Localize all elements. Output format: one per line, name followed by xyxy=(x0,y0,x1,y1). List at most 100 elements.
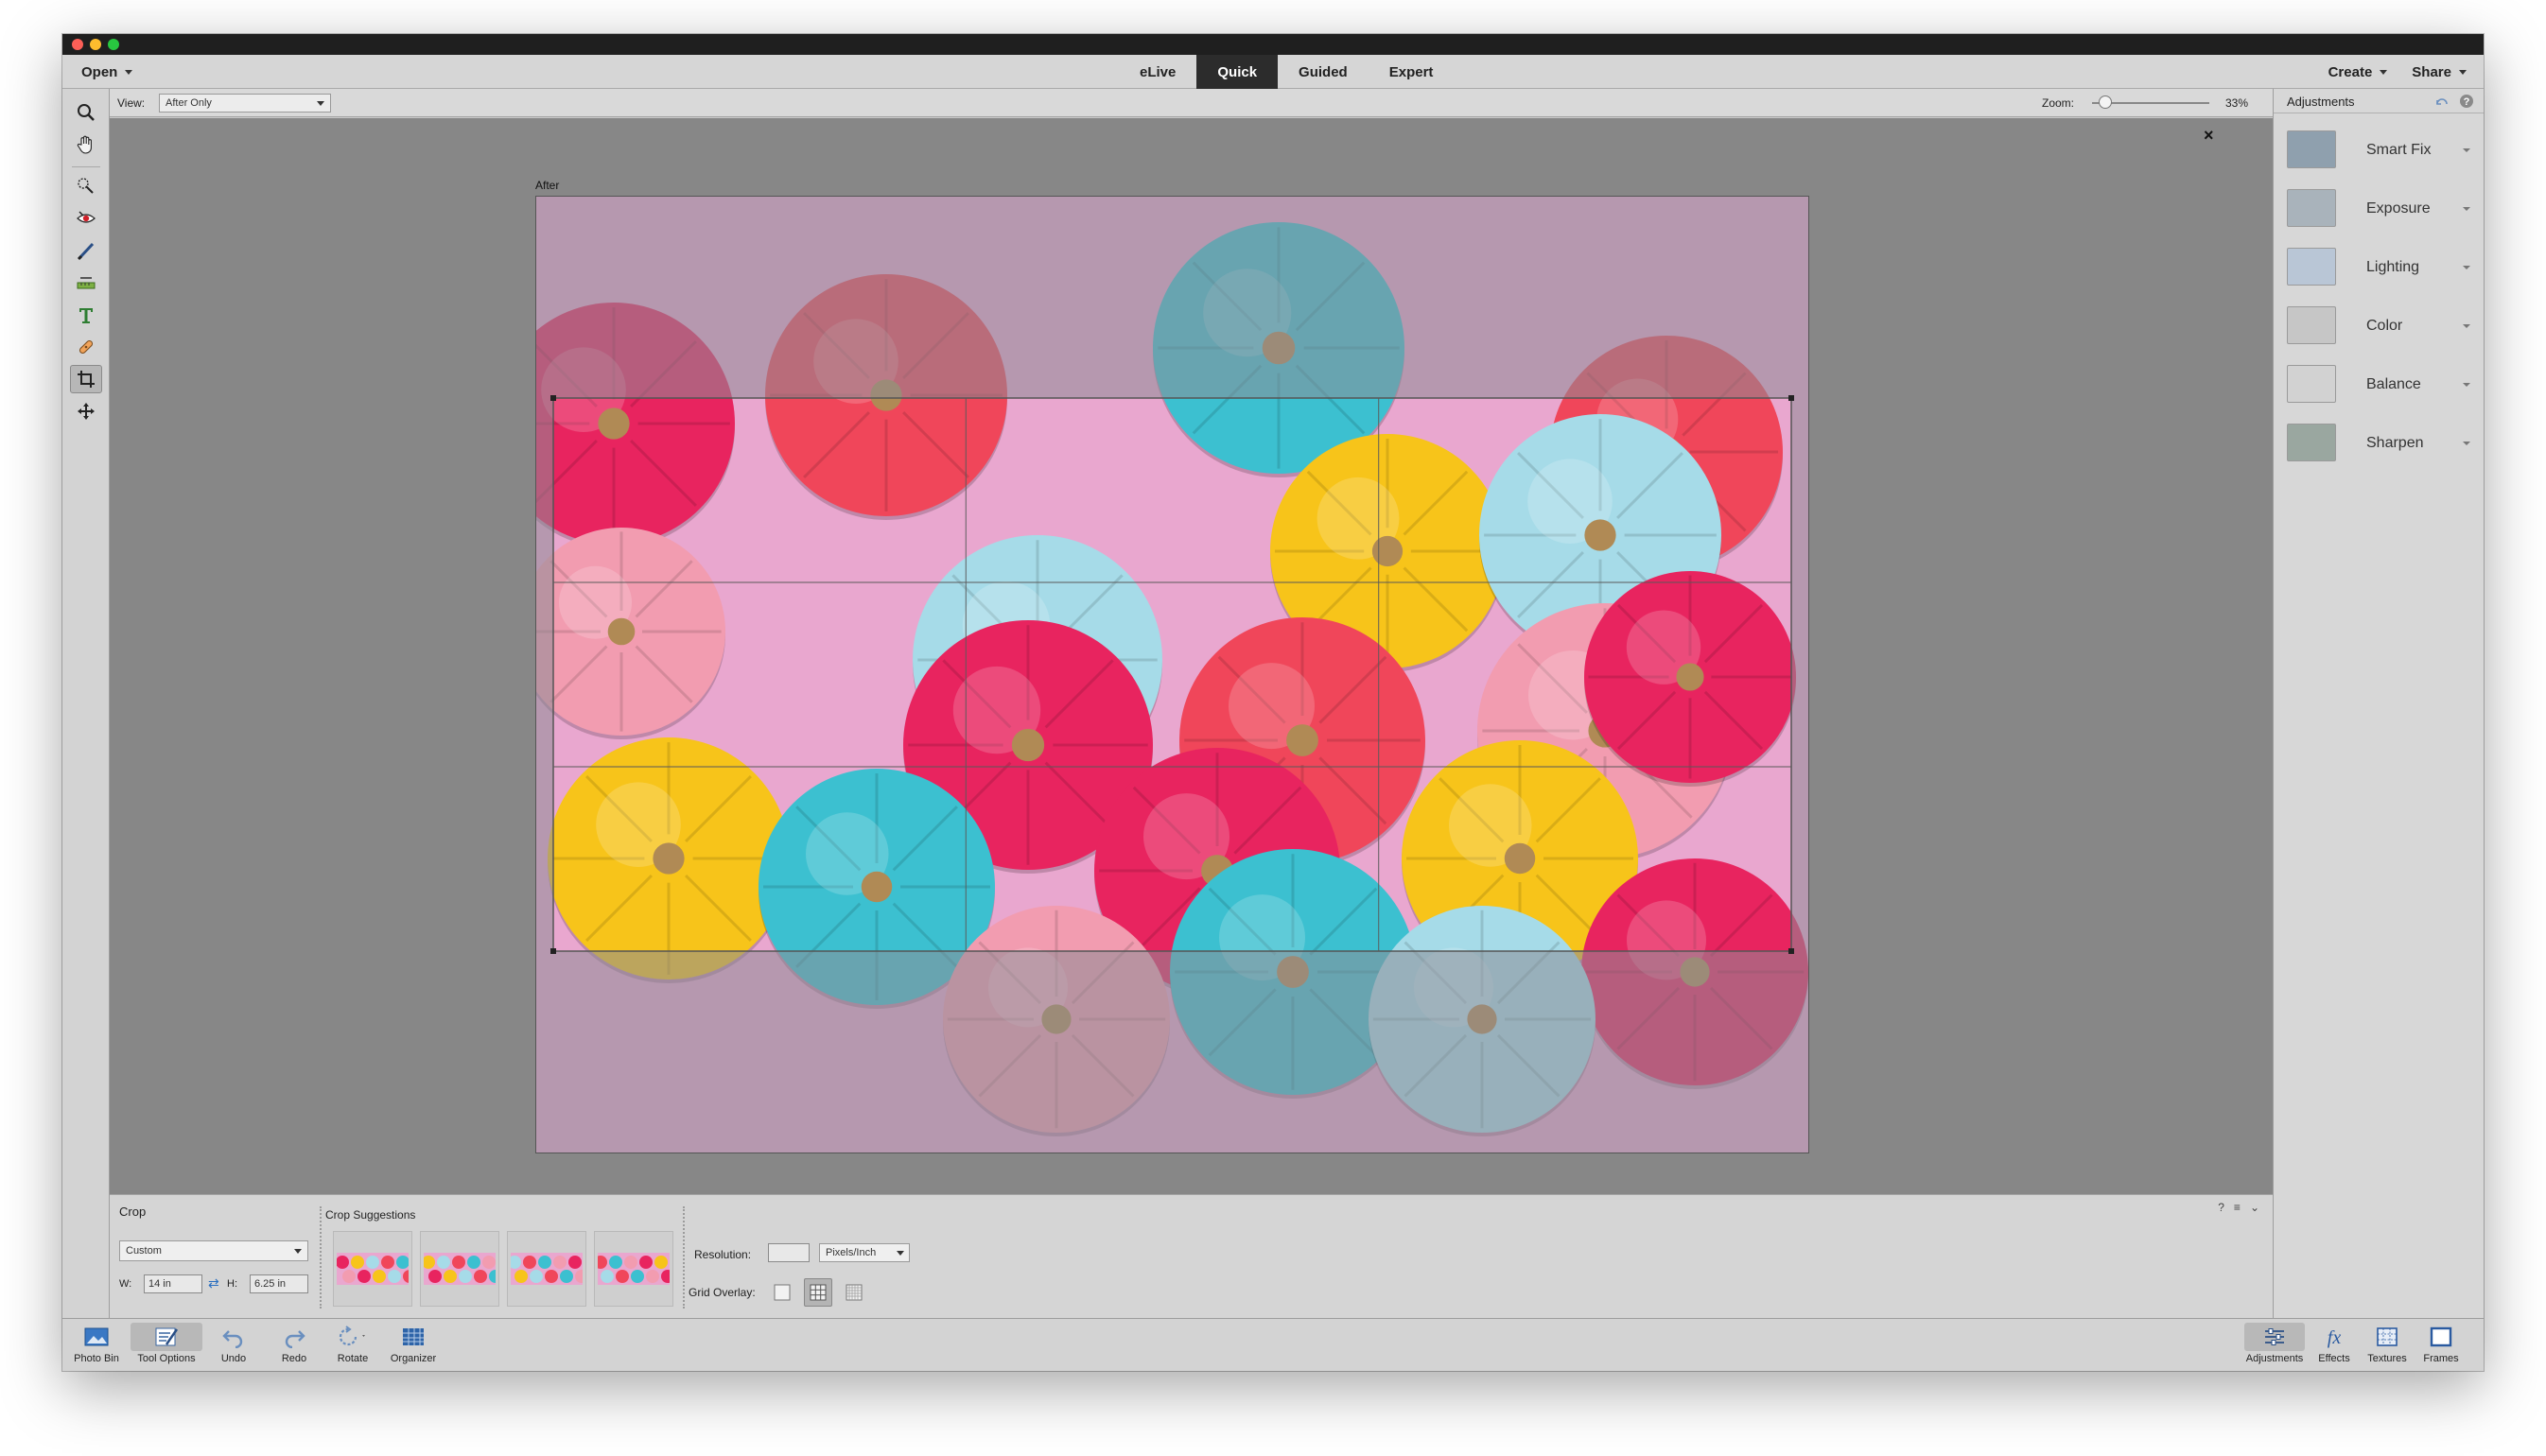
crop-suggestion-2[interactable] xyxy=(420,1231,499,1307)
chevron-down-icon[interactable]: ⌄ xyxy=(2250,1201,2259,1214)
adjustment-label: Color xyxy=(2366,318,2403,334)
textures-button[interactable]: Textures xyxy=(2363,1323,2412,1368)
rotate-label: Rotate xyxy=(337,1353,369,1364)
adjustment-label: Lighting xyxy=(2366,259,2420,275)
undo-button[interactable]: Undo xyxy=(210,1323,257,1368)
view-select[interactable]: After Only xyxy=(159,94,331,113)
crop-handle-bottom-right[interactable] xyxy=(1788,948,1794,954)
share-menu[interactable]: Share xyxy=(2412,64,2467,80)
minimize-window-button[interactable] xyxy=(90,39,101,50)
photo-bin-button[interactable]: Photo Bin xyxy=(68,1323,125,1368)
adjustment-color[interactable]: Color xyxy=(2274,297,2484,355)
tab-expert[interactable]: Expert xyxy=(1369,55,1455,89)
grid-overlay-none-button[interactable] xyxy=(768,1278,796,1307)
close-icon[interactable]: × xyxy=(2204,126,2214,146)
straighten-icon xyxy=(77,277,96,289)
adjustment-exposure[interactable]: Exposure xyxy=(2274,180,2484,238)
open-label: Open xyxy=(81,63,118,80)
help-icon[interactable]: ? xyxy=(2459,94,2474,109)
tab-elive[interactable]: eLive xyxy=(1119,55,1196,89)
magnifier-icon xyxy=(78,104,95,121)
chevron-down-icon xyxy=(2463,442,2470,445)
rotate-button[interactable]: Rotate xyxy=(329,1323,376,1368)
move-icon xyxy=(78,403,95,420)
zoom-value: 33% xyxy=(2225,96,2249,110)
quick-selection-tool[interactable] xyxy=(70,172,102,200)
organizer-icon xyxy=(403,1328,424,1345)
adjustment-label: Sharpen xyxy=(2366,435,2424,451)
create-menu[interactable]: Create xyxy=(2328,64,2388,80)
adjustments-label: Adjustments xyxy=(2245,1353,2304,1364)
crop-suggestion-thumbnail xyxy=(424,1253,496,1285)
close-window-button[interactable] xyxy=(72,39,83,50)
adjustment-lighting[interactable]: Lighting xyxy=(2274,238,2484,297)
frames-icon xyxy=(2430,1326,2452,1347)
tool-options-label: Tool Options xyxy=(137,1353,196,1364)
adjustments-button[interactable]: Adjustments xyxy=(2244,1323,2305,1368)
chevron-down-icon xyxy=(897,1251,904,1256)
red-eye-tool[interactable] xyxy=(70,204,102,233)
adjustment-smart-fix[interactable]: Smart Fix xyxy=(2274,121,2484,180)
view-bar: View: After Only Zoom: 33% xyxy=(110,89,2273,117)
resolution-field[interactable] xyxy=(768,1243,810,1262)
crop-tool[interactable] xyxy=(70,365,102,393)
width-field[interactable]: 14 in xyxy=(144,1274,202,1293)
chevron-down-icon xyxy=(294,1249,302,1254)
zoom-tool[interactable] xyxy=(70,98,102,127)
redo-button[interactable]: Redo xyxy=(270,1323,318,1368)
chevron-down-icon xyxy=(2463,324,2470,328)
height-field[interactable]: 6.25 in xyxy=(250,1274,308,1293)
chevron-down-icon xyxy=(125,70,133,76)
straighten-tool[interactable] xyxy=(70,269,102,297)
grid-full-icon xyxy=(846,1284,863,1301)
grid-overlay-grid-button[interactable] xyxy=(840,1278,868,1307)
crop-preset-select[interactable]: Custom xyxy=(119,1240,308,1261)
help-icon[interactable]: ? xyxy=(2218,1201,2224,1214)
chevron-down-icon xyxy=(2463,207,2470,211)
crop-suggestions-title: Crop Suggestions xyxy=(325,1208,416,1222)
zoom-label: Zoom: xyxy=(2042,96,2075,110)
tab-quick[interactable]: Quick xyxy=(1196,55,1279,89)
crop-handle-bottom-left[interactable] xyxy=(550,948,556,954)
chevron-down-icon xyxy=(2459,70,2467,76)
brush-icon xyxy=(77,242,95,261)
crop-handle-top-left[interactable] xyxy=(550,395,556,401)
image-canvas[interactable]: × After xyxy=(110,118,2273,1194)
adjustment-balance[interactable]: Balance xyxy=(2274,355,2484,414)
effects-button[interactable]: fx Effects xyxy=(2311,1323,2358,1368)
crop-suggestion-1[interactable] xyxy=(333,1231,412,1307)
photo[interactable] xyxy=(535,196,1809,1153)
options-divider xyxy=(320,1206,322,1309)
crop-handle-top-right[interactable] xyxy=(1788,395,1794,401)
crop-suggestion-4[interactable] xyxy=(594,1231,673,1307)
frames-button[interactable]: Frames xyxy=(2417,1323,2465,1368)
width-label: W: xyxy=(119,1278,132,1290)
hand-tool[interactable] xyxy=(70,130,102,159)
rotate-icon xyxy=(339,1326,365,1346)
tab-guided[interactable]: Guided xyxy=(1278,55,1369,89)
crop-suggestion-thumbnail xyxy=(511,1253,583,1285)
organizer-label: Organizer xyxy=(390,1353,437,1364)
tool-options-button[interactable]: Tool Options xyxy=(131,1323,202,1368)
redo-icon xyxy=(285,1330,305,1348)
organizer-button[interactable]: Organizer xyxy=(384,1323,443,1368)
type-tool[interactable] xyxy=(70,301,102,329)
options-menu-icon[interactable]: ≡ xyxy=(2234,1201,2241,1214)
move-tool[interactable] xyxy=(70,397,102,425)
undo-label: Undo xyxy=(220,1353,247,1364)
zoom-window-button[interactable] xyxy=(108,39,119,50)
reset-icon[interactable] xyxy=(2434,94,2450,109)
open-menu[interactable]: Open xyxy=(81,63,133,80)
spot-healing-tool[interactable] xyxy=(70,333,102,361)
adjustment-sharpen[interactable]: Sharpen xyxy=(2274,414,2484,473)
grid-overlay-thirds-button[interactable] xyxy=(804,1278,832,1307)
zoom-slider-thumb[interactable] xyxy=(2099,95,2112,109)
resolution-unit-select[interactable]: Pixels/Inch xyxy=(819,1243,910,1262)
view-select-value: After Only xyxy=(166,97,212,109)
effects-label: Effects xyxy=(2318,1353,2350,1364)
whiten-teeth-tool[interactable] xyxy=(70,236,102,265)
svg-text:?: ? xyxy=(2464,96,2470,108)
crop-suggestion-3[interactable] xyxy=(507,1231,586,1307)
swap-dimensions-icon[interactable]: ⇄ xyxy=(208,1275,219,1291)
toolbar-divider xyxy=(72,166,100,167)
